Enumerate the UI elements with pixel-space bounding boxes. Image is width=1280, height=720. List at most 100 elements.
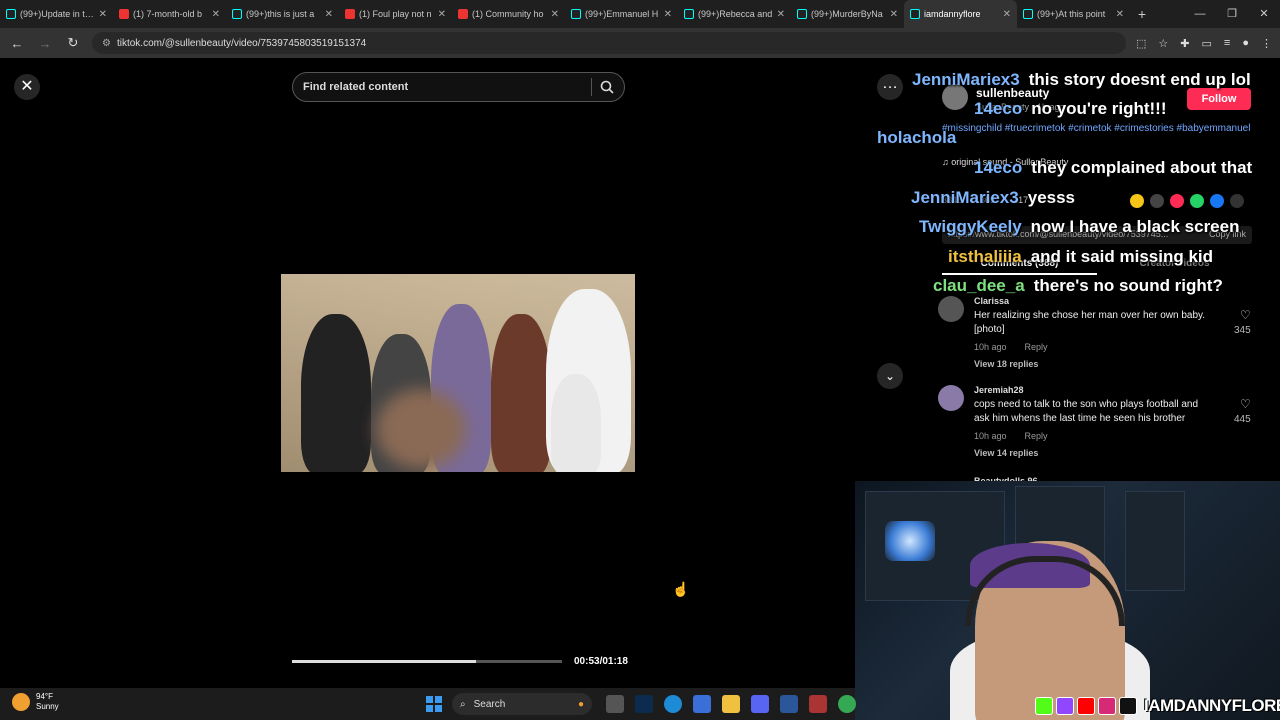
author-avatar[interactable] — [942, 84, 968, 110]
maximize-button[interactable]: ❐ — [1216, 0, 1248, 28]
video-person — [301, 314, 371, 472]
comment-author[interactable]: Clarissa — [974, 296, 1009, 306]
send-icon[interactable] — [1170, 194, 1184, 208]
file-explorer-icon[interactable] — [722, 695, 740, 713]
view-replies-button[interactable]: View 14 replies — [974, 448, 1038, 458]
tab-close-icon[interactable]: ✕ — [438, 9, 446, 20]
whatsapp-icon[interactable] — [1190, 194, 1204, 208]
youtube-favicon-icon — [458, 9, 468, 19]
comment-author[interactable]: Jeremiah28 — [974, 385, 1024, 395]
start-button[interactable] — [426, 696, 442, 712]
comment-avatar[interactable] — [938, 385, 964, 411]
next-video-button[interactable]: ⌄ — [877, 363, 903, 389]
minimize-button[interactable]: — — [1184, 0, 1216, 28]
media-icon[interactable]: ≡ — [1224, 37, 1230, 50]
window-controls: — ❐ ✕ — [1184, 0, 1280, 28]
task-view-icon[interactable] — [606, 695, 624, 713]
post-sound[interactable]: ♫ original sound - SullenBeauty — [942, 157, 1068, 167]
chrome-icon[interactable] — [838, 695, 856, 713]
heart-icon[interactable]: ♡ — [1240, 308, 1251, 322]
coin-icon[interactable] — [1130, 194, 1144, 208]
author-name[interactable]: sullenbeauty — [976, 86, 1049, 100]
browser-tab[interactable]: (1) 7-month-old b ✕ — [113, 0, 226, 28]
browser-tab[interactable]: (99+)At this point ✕ — [1017, 0, 1130, 28]
browser-tab[interactable]: (1) Community ho ✕ — [452, 0, 565, 28]
tab-close-icon[interactable]: ✕ — [777, 9, 785, 20]
comment-like-count: 445 — [1234, 414, 1251, 425]
weather-temp: 94°F — [36, 692, 53, 701]
video-person — [491, 314, 551, 472]
close-video-button[interactable]: ✕ — [14, 74, 40, 100]
view-replies-button[interactable]: View 18 replies — [974, 359, 1038, 369]
weather-widget[interactable]: 94°F Sunny — [12, 692, 59, 712]
comments-stat[interactable]: 369 — [980, 195, 995, 205]
video-progress-bar[interactable] — [292, 660, 562, 663]
embed-icon[interactable] — [1150, 194, 1164, 208]
browser-tab[interactable]: iamdannyflore ✕ — [904, 0, 1017, 28]
bookmark-star-icon[interactable]: ☆ — [1158, 37, 1168, 50]
youtube-favicon-icon — [345, 9, 355, 19]
browser-tab-label: (99+)Emmanuel H — [585, 9, 659, 19]
facebook-icon[interactable] — [1210, 194, 1224, 208]
mouse-cursor-icon: ☝ — [672, 581, 690, 597]
reload-button[interactable]: ↻ — [64, 35, 82, 51]
browser-tab[interactable]: (99+)MurderByNa ✕ — [791, 0, 904, 28]
back-button[interactable]: ← — [8, 36, 26, 51]
taskbar-search[interactable]: ⌕ Search ● — [452, 693, 592, 715]
tab-close-icon[interactable]: ✕ — [99, 9, 107, 20]
follow-button[interactable]: Follow — [1187, 88, 1251, 110]
tab-close-icon[interactable]: ✕ — [212, 9, 220, 20]
browser-tab-label: (99+)this is just a — [246, 9, 315, 19]
likes-stat[interactable]: 3846 — [942, 195, 962, 205]
tab-close-icon[interactable]: ✕ — [325, 9, 333, 20]
url-field[interactable]: ⚙ tiktok.com/@sullenbeauty/video/7539745… — [92, 32, 1127, 54]
reply-button[interactable]: Reply — [1025, 342, 1048, 352]
share-arrow-icon[interactable] — [1230, 194, 1244, 208]
related-search-bar[interactable]: Find related content — [292, 72, 625, 102]
tiktok-favicon-icon — [571, 9, 581, 19]
tab-close-icon[interactable]: ✕ — [551, 9, 559, 20]
video-frame[interactable] — [281, 274, 635, 472]
site-info-icon[interactable]: ⚙ — [102, 38, 111, 49]
tab-close-icon[interactable]: ✕ — [664, 9, 672, 20]
browser-tab-label: (99+)Update in the — [20, 9, 95, 19]
saves-stat[interactable]: 217 — [1013, 195, 1028, 205]
comment-avatar[interactable] — [938, 296, 964, 322]
heart-icon[interactable]: ♡ — [1240, 397, 1251, 411]
discord-icon[interactable] — [751, 695, 769, 713]
profile-avatar[interactable]: ● — [1242, 37, 1249, 50]
forward-button[interactable]: → — [36, 36, 54, 51]
close-window-button[interactable]: ✕ — [1248, 0, 1280, 28]
tab-close-icon[interactable]: ✕ — [1003, 9, 1011, 20]
windows-taskbar: 94°F Sunny ⌕ Search ● — [0, 688, 856, 720]
photoshop-icon[interactable] — [635, 695, 653, 713]
menu-kebab-icon[interactable]: ⋮ — [1261, 37, 1272, 50]
browser-tab-label: (1) Foul play not n — [359, 9, 432, 19]
twitch-icon — [1056, 697, 1074, 715]
copy-link-button[interactable]: Copy link — [1209, 229, 1246, 241]
word-icon[interactable] — [780, 695, 798, 713]
store-icon[interactable] — [693, 695, 711, 713]
search-icon[interactable] — [600, 80, 614, 94]
tab-close-icon[interactable]: ✕ — [1116, 9, 1124, 20]
post-hashtags[interactable]: #missingchild #truecrimetok #crimetok #c… — [942, 123, 1252, 134]
windows-logo-part — [435, 696, 442, 703]
edge-icon[interactable] — [664, 695, 682, 713]
tab-creator-videos[interactable]: Creator videos — [1097, 258, 1252, 275]
browser-tab[interactable]: (99+)Rebecca and ✕ — [678, 0, 791, 28]
sidebar-icon[interactable]: ▭ — [1202, 37, 1212, 50]
install-app-icon[interactable]: ⬚ — [1136, 37, 1146, 50]
browser-tab[interactable]: (99+)Update in the ✕ — [0, 0, 113, 28]
tab-comments[interactable]: Comments (388) — [942, 258, 1097, 275]
author-subtitle: SullenBeauty · 1h ago — [976, 102, 1065, 112]
extensions-icon[interactable]: ✚ — [1180, 37, 1189, 50]
new-tab-button[interactable]: + — [1130, 6, 1154, 22]
share-icons — [1130, 194, 1244, 208]
browser-tab[interactable]: (99+)this is just a ✕ — [226, 0, 339, 28]
browser-tab[interactable]: (99+)Emmanuel H ✕ — [565, 0, 678, 28]
reply-button[interactable]: Reply — [1025, 431, 1048, 441]
browser-tab[interactable]: (1) Foul play not n ✕ — [339, 0, 452, 28]
davinci-icon[interactable] — [809, 695, 827, 713]
tab-close-icon[interactable]: ✕ — [890, 9, 898, 20]
more-options-button[interactable]: … — [877, 74, 903, 100]
